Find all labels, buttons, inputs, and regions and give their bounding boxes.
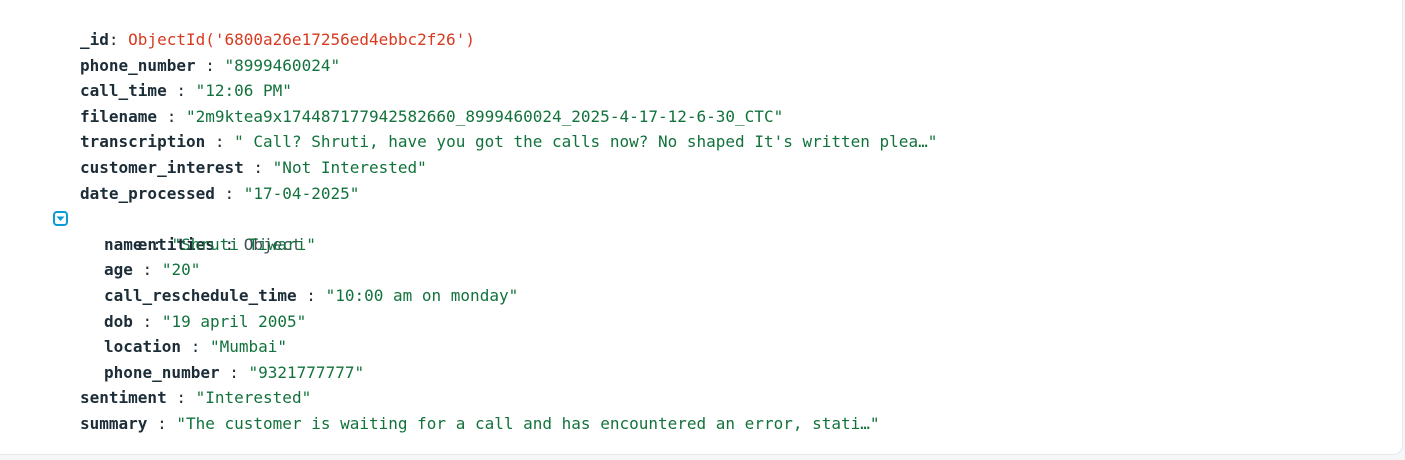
field-key: summary [80,413,148,433]
field-row-entities: entities : Object [53,206,937,254]
field-value: "The customer is waiting for a call and … [176,413,880,433]
entity-row-phone-number: phone_number : "9321777777" [80,360,937,386]
field-key: dob [104,311,133,331]
field-separator: : [181,337,210,357]
field-separator: : [219,362,249,382]
field-separator: : [147,413,177,433]
field-value: "Mumbai" [209,337,288,357]
field-value: "2m9ktea9x174487177942582660_8999460024_… [185,106,784,126]
field-separator: : [195,55,225,75]
field-value: ObjectId('6800a26e17256ed4ebbc2f26') [128,30,475,49]
entity-row-name: name : "Shruti Tiwari" [80,232,937,258]
field-key: transcription [80,132,206,152]
field-value: "9321777777" [248,362,365,382]
field-value: " Call? Shruti, have you got the calls n… [234,132,938,152]
field-key: call_reschedule_time [104,285,297,305]
field-row-call-time: call_time : "12:06 PM" [80,78,937,104]
field-key: call_time [80,81,167,101]
field-separator: : [296,285,326,305]
field-row-date-processed: date_processed : "17-04-2025" [80,181,937,207]
field-separator: : [205,132,235,152]
field-value: "12:06 PM" [195,81,292,101]
entity-row-dob: dob : "19 april 2005" [80,309,937,335]
field-row-customer-interest: customer_interest : "Not Interested" [80,155,937,181]
field-key: phone_number [104,362,220,382]
field-separator: : [214,183,244,203]
field-key: phone_number [80,55,196,75]
field-value: "17-04-2025" [243,183,360,203]
field-value: "8999460024" [224,55,341,75]
field-separator: : [142,234,172,254]
field-separator: : [132,311,162,331]
field-value: "Not Interested" [272,157,427,177]
field-row-transcription: transcription : " Call? Shruti, have you… [80,129,937,155]
field-row-sentiment: sentiment : "Interested" [80,385,937,411]
field-row-filename: filename : "2m9ktea9x174487177942582660_… [80,104,937,130]
field-value: "19 april 2005" [161,311,307,331]
entity-row-location: location : "Mumbai" [80,334,937,360]
chevron-down-icon[interactable] [53,211,68,227]
field-row-summary: summary : "The customer is waiting for a… [80,411,937,437]
field-separator: : [157,106,186,126]
field-separator: : [243,157,273,177]
field-separator: : [132,260,162,280]
field-key: name [104,234,143,254]
field-row-id: _id: ObjectId('6800a26e17256ed4ebbc2f26'… [80,27,937,53]
field-key: filename [80,106,158,126]
entity-row-age: age : "20" [80,257,937,283]
field-value: "20" [161,260,201,280]
field-separator: : [108,30,129,49]
field-row-phone-number: phone_number : "8999460024" [80,53,937,79]
field-key: location [104,337,182,357]
document-card: _id: ObjectId('6800a26e17256ed4ebbc2f26'… [0,0,1403,455]
field-separator: : [166,388,196,408]
field-key: customer_interest [80,157,244,177]
field-key: sentiment [80,388,167,408]
entity-row-call-reschedule-time: call_reschedule_time : "10:00 am on mond… [80,283,937,309]
field-key: age [104,260,133,280]
field-value: "Shruti Tiwari" [171,234,316,254]
field-value: "Interested" [195,388,312,408]
document-fields: _id: ObjectId('6800a26e17256ed4ebbc2f26'… [53,27,937,437]
field-key: _id [80,30,109,49]
field-separator: : [166,81,196,101]
field-key: date_processed [80,183,215,203]
field-value: "10:00 am on monday" [325,285,519,305]
